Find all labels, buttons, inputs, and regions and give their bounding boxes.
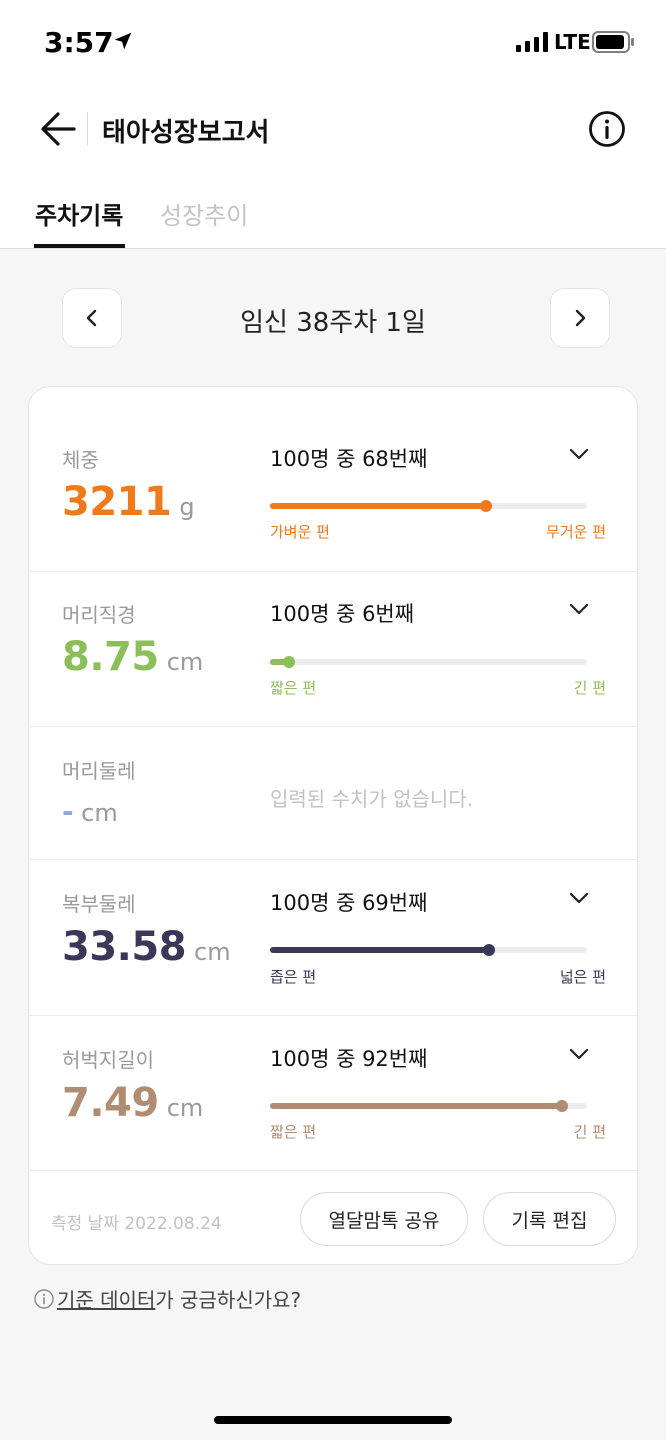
share-button[interactable]: 열달맘톡 공유	[300, 1192, 468, 1246]
tab-growth-trend[interactable]: 성장추이	[160, 196, 248, 231]
measurement-label: 체중	[62, 448, 99, 472]
tab-weekly-record[interactable]: 주차기록	[35, 196, 123, 231]
percentile-bar	[270, 656, 587, 668]
measurement-row-weight: 체중 3211 g 100명 중 68번째 가벼운 편 무거운 편	[29, 387, 637, 572]
value-number: -	[62, 795, 74, 828]
bar-label-left: 가벼운 편	[270, 523, 330, 541]
percentile-fill	[270, 947, 489, 953]
status-bar: 3:57 LTE	[0, 0, 666, 86]
bar-label-left: 짧은 편	[270, 1123, 317, 1141]
rank-text: 100명 중 68번째	[270, 447, 428, 471]
bar-label-left: 좁은 편	[270, 968, 317, 986]
percentile-marker	[555, 1100, 568, 1112]
page-title: 태아성장보고서	[102, 118, 270, 148]
info-icon[interactable]	[588, 110, 626, 148]
percentile-marker	[482, 944, 495, 956]
measurement-row-femur-length: 허벅지길이 7.49 cm 100명 중 92번째 짧은 편 긴 편	[29, 1016, 637, 1171]
measurement-value: 3211 g	[62, 479, 195, 525]
measurement-value: - cm	[62, 795, 118, 828]
bar-label-left: 짧은 편	[270, 679, 317, 697]
value-number: 7.49	[62, 1080, 159, 1126]
measurement-card: 체중 3211 g 100명 중 68번째 가벼운 편 무거운 편 머리직경 8.…	[28, 386, 638, 1265]
measurement-row-head-circumference: 머리둘레 - cm 입력된 수치가 없습니다.	[29, 727, 637, 860]
value-unit: g	[179, 493, 195, 521]
location-arrow-icon	[114, 32, 132, 50]
measurement-value: 8.75 cm	[62, 634, 203, 680]
percentile-fill	[270, 503, 486, 509]
value-number: 8.75	[62, 634, 159, 680]
measurement-row-abdominal-circumference: 복부둘레 33.58 cm 100명 중 69번째 좁은 편 넓은 편	[29, 860, 637, 1016]
percentile-fill	[270, 1103, 562, 1109]
measurement-date: 측정 날짜 2022.08.24	[51, 1214, 222, 1234]
status-time: 3:57	[44, 26, 114, 59]
value-unit: cm	[194, 938, 231, 966]
info-small-icon	[34, 1288, 54, 1309]
bar-label-right: 긴 편	[573, 679, 606, 697]
measurement-row-head-diameter: 머리직경 8.75 cm 100명 중 6번째 짧은 편 긴 편	[29, 572, 637, 727]
tabs-divider	[0, 248, 666, 249]
measurement-value: 33.58 cm	[62, 924, 231, 970]
value-unit: cm	[166, 1094, 204, 1122]
next-week-button[interactable]	[550, 288, 610, 348]
value-number: 3211	[62, 479, 172, 525]
rank-text: 100명 중 6번째	[270, 602, 415, 626]
back-arrow-icon[interactable]	[38, 108, 80, 150]
measurement-label: 머리둘레	[62, 759, 136, 783]
chevron-down-icon[interactable]	[567, 597, 591, 621]
help-row: 기준 데이터 가 궁금하신가요?	[33, 1284, 301, 1313]
empty-message: 입력된 수치가 없습니다.	[270, 787, 474, 811]
network-type: LTE	[554, 30, 591, 54]
percentile-marker	[479, 500, 492, 512]
percentile-bar	[270, 1100, 587, 1112]
signal-icon	[516, 32, 548, 52]
chevron-down-icon[interactable]	[567, 1042, 591, 1066]
percentile-bar	[270, 944, 587, 956]
value-unit: cm	[166, 648, 204, 676]
percentile-marker	[283, 656, 296, 668]
percentile-bar	[270, 500, 587, 512]
edit-record-button[interactable]: 기록 편집	[483, 1192, 616, 1246]
bar-label-right: 넓은 편	[559, 968, 606, 986]
help-suffix: 가 궁금하신가요?	[155, 1288, 302, 1312]
bar-label-right: 무거운 편	[546, 523, 606, 541]
value-unit: cm	[81, 799, 118, 827]
battery-icon	[592, 31, 634, 53]
measurement-value: 7.49 cm	[62, 1080, 203, 1126]
bar-label-right: 긴 편	[573, 1123, 606, 1141]
home-indicator	[214, 1416, 452, 1424]
chevron-right-icon	[575, 309, 586, 327]
header-divider	[87, 112, 88, 146]
chevron-down-icon[interactable]	[567, 886, 591, 910]
chevron-down-icon[interactable]	[567, 442, 591, 466]
value-number: 33.58	[62, 924, 187, 970]
measurement-label: 복부둘레	[62, 892, 136, 916]
measurement-label: 허벅지길이	[62, 1048, 154, 1072]
rank-text: 100명 중 69번째	[270, 891, 428, 915]
rank-text: 100명 중 92번째	[270, 1047, 428, 1071]
reference-data-link[interactable]: 기준 데이터	[57, 1284, 155, 1313]
measurement-label: 머리직경	[62, 603, 136, 627]
